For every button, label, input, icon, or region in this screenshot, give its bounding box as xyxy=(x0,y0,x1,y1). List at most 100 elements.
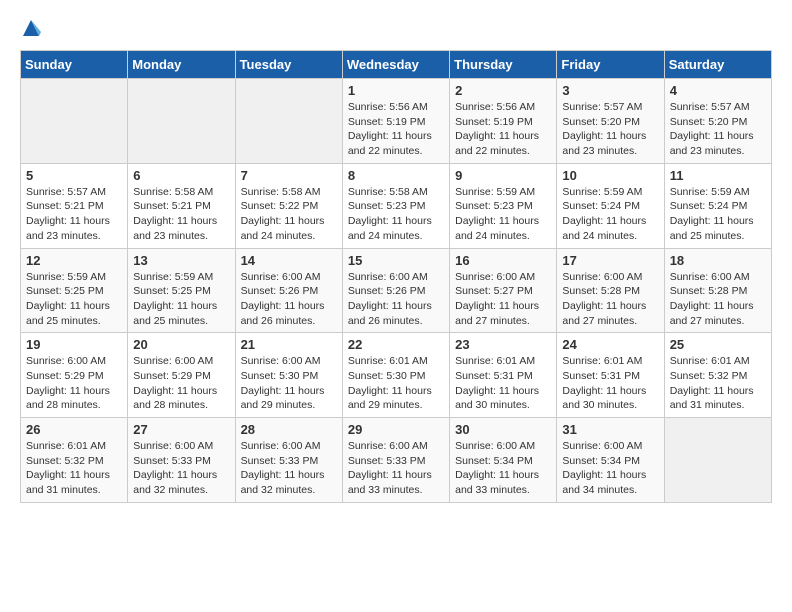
calendar-cell: 14 Sunrise: 6:00 AM Sunset: 5:26 PM Dayli… xyxy=(235,248,342,333)
day-number: 14 xyxy=(241,253,337,268)
day-info: Sunrise: 6:01 AM Sunset: 5:30 PM Dayligh… xyxy=(348,354,444,413)
calendar-cell xyxy=(21,79,128,164)
calendar-cell: 6 Sunrise: 5:58 AM Sunset: 5:21 PM Daylig… xyxy=(128,163,235,248)
day-number: 22 xyxy=(348,337,444,352)
calendar-cell: 26Sunrise: 6:01 AM Sunset: 5:32 PM Dayli… xyxy=(21,418,128,503)
day-info: Sunrise: 5:57 AM Sunset: 5:20 PM Dayligh… xyxy=(670,100,766,159)
calendar-cell: 11Sunrise: 5:59 AM Sunset: 5:24 PM Dayli… xyxy=(664,163,771,248)
day-info: Sunrise: 5:58 AM Sunset: 5:21 PM Dayligh… xyxy=(133,185,229,244)
day-number: 24 xyxy=(562,337,658,352)
calendar-cell: 12 Sunrise: 5:59 AM Sunset: 5:25 PM Dayli… xyxy=(21,248,128,333)
day-info: Sunrise: 6:00 AM Sunset: 5:29 PM Dayligh… xyxy=(26,354,122,413)
calendar-cell: 3 Sunrise: 5:57 AM Sunset: 5:20 PM Daylig… xyxy=(557,79,664,164)
day-info: Sunrise: 5:57 AM Sunset: 5:20 PM Dayligh… xyxy=(562,100,658,159)
calendar-cell: 18Sunrise: 6:00 AM Sunset: 5:28 PM Dayli… xyxy=(664,248,771,333)
day-number: 12 xyxy=(26,253,122,268)
calendar-cell xyxy=(128,79,235,164)
day-info: Sunrise: 6:00 AM Sunset: 5:33 PM Dayligh… xyxy=(133,439,229,498)
day-number: 31 xyxy=(562,422,658,437)
page-header xyxy=(20,20,772,40)
day-info: Sunrise: 5:58 AM Sunset: 5:23 PM Dayligh… xyxy=(348,185,444,244)
day-info: Sunrise: 5:59 AM Sunset: 5:25 PM Dayligh… xyxy=(133,270,229,329)
calendar-cell: 30 Sunrise: 6:00 AM Sunset: 5:34 PM Dayli… xyxy=(450,418,557,503)
weekday-header-thursday: Thursday xyxy=(450,51,557,79)
calendar-cell: 7 Sunrise: 5:58 AM Sunset: 5:22 PM Daylig… xyxy=(235,163,342,248)
day-number: 4 xyxy=(670,83,766,98)
day-number: 17 xyxy=(562,253,658,268)
day-number: 1 xyxy=(348,83,444,98)
weekday-header-sunday: Sunday xyxy=(21,51,128,79)
day-number: 26 xyxy=(26,422,122,437)
day-number: 19 xyxy=(26,337,122,352)
calendar-cell: 2Sunrise: 5:56 AM Sunset: 5:19 PM Daylig… xyxy=(450,79,557,164)
calendar-cell: 31 Sunrise: 6:00 AM Sunset: 5:34 PM Dayli… xyxy=(557,418,664,503)
calendar-cell: 22 Sunrise: 6:01 AM Sunset: 5:30 PM Dayli… xyxy=(342,333,449,418)
day-number: 3 xyxy=(562,83,658,98)
day-info: Sunrise: 6:00 AM Sunset: 5:26 PM Dayligh… xyxy=(348,270,444,329)
weekday-header-monday: Monday xyxy=(128,51,235,79)
day-info: Sunrise: 6:01 AM Sunset: 5:31 PM Dayligh… xyxy=(455,354,551,413)
day-info: Sunrise: 6:00 AM Sunset: 5:26 PM Dayligh… xyxy=(241,270,337,329)
logo xyxy=(20,20,41,40)
day-number: 16 xyxy=(455,253,551,268)
day-number: 6 xyxy=(133,168,229,183)
day-number: 25 xyxy=(670,337,766,352)
day-info: Sunrise: 5:59 AM Sunset: 5:25 PM Dayligh… xyxy=(26,270,122,329)
day-info: Sunrise: 6:00 AM Sunset: 5:34 PM Dayligh… xyxy=(562,439,658,498)
day-number: 28 xyxy=(241,422,337,437)
day-info: Sunrise: 6:01 AM Sunset: 5:31 PM Dayligh… xyxy=(562,354,658,413)
day-info: Sunrise: 5:56 AM Sunset: 5:19 PM Dayligh… xyxy=(348,100,444,159)
day-number: 11 xyxy=(670,168,766,183)
day-number: 27 xyxy=(133,422,229,437)
day-number: 15 xyxy=(348,253,444,268)
day-info: Sunrise: 6:00 AM Sunset: 5:27 PM Dayligh… xyxy=(455,270,551,329)
day-info: Sunrise: 6:00 AM Sunset: 5:28 PM Dayligh… xyxy=(562,270,658,329)
weekday-header-friday: Friday xyxy=(557,51,664,79)
day-number: 20 xyxy=(133,337,229,352)
day-info: Sunrise: 6:01 AM Sunset: 5:32 PM Dayligh… xyxy=(670,354,766,413)
day-number: 9 xyxy=(455,168,551,183)
calendar-cell: 25 Sunrise: 6:01 AM Sunset: 5:32 PM Dayli… xyxy=(664,333,771,418)
day-info: Sunrise: 6:00 AM Sunset: 5:29 PM Dayligh… xyxy=(133,354,229,413)
day-number: 2 xyxy=(455,83,551,98)
calendar-cell: 20 Sunrise: 6:00 AM Sunset: 5:29 PM Dayli… xyxy=(128,333,235,418)
day-info: Sunrise: 5:59 AM Sunset: 5:24 PM Dayligh… xyxy=(562,185,658,244)
day-info: Sunrise: 6:00 AM Sunset: 5:30 PM Dayligh… xyxy=(241,354,337,413)
calendar-cell: 16 Sunrise: 6:00 AM Sunset: 5:27 PM Dayli… xyxy=(450,248,557,333)
calendar-cell: 23 Sunrise: 6:01 AM Sunset: 5:31 PM Dayli… xyxy=(450,333,557,418)
calendar-cell xyxy=(235,79,342,164)
day-number: 30 xyxy=(455,422,551,437)
calendar-cell: 4 Sunrise: 5:57 AM Sunset: 5:20 PM Daylig… xyxy=(664,79,771,164)
calendar-cell xyxy=(664,418,771,503)
day-number: 7 xyxy=(241,168,337,183)
calendar-cell: 10 Sunrise: 5:59 AM Sunset: 5:24 PM Dayli… xyxy=(557,163,664,248)
calendar-cell: 15 Sunrise: 6:00 AM Sunset: 5:26 PM Dayli… xyxy=(342,248,449,333)
day-number: 13 xyxy=(133,253,229,268)
calendar-cell: 5 Sunrise: 5:57 AM Sunset: 5:21 PM Daylig… xyxy=(21,163,128,248)
calendar-cell: 8 Sunrise: 5:58 AM Sunset: 5:23 PM Daylig… xyxy=(342,163,449,248)
day-number: 21 xyxy=(241,337,337,352)
day-number: 5 xyxy=(26,168,122,183)
day-info: Sunrise: 5:58 AM Sunset: 5:22 PM Dayligh… xyxy=(241,185,337,244)
calendar-cell: 24 Sunrise: 6:01 AM Sunset: 5:31 PM Dayli… xyxy=(557,333,664,418)
weekday-header-saturday: Saturday xyxy=(664,51,771,79)
calendar-cell: 1 Sunrise: 5:56 AM Sunset: 5:19 PM Daylig… xyxy=(342,79,449,164)
day-info: Sunrise: 6:00 AM Sunset: 5:33 PM Dayligh… xyxy=(241,439,337,498)
day-info: Sunrise: 6:00 AM Sunset: 5:28 PM Dayligh… xyxy=(670,270,766,329)
calendar-cell: 29Sunrise: 6:00 AM Sunset: 5:33 PM Dayli… xyxy=(342,418,449,503)
day-number: 23 xyxy=(455,337,551,352)
calendar-cell: 17 Sunrise: 6:00 AM Sunset: 5:28 PM Dayli… xyxy=(557,248,664,333)
day-info: Sunrise: 6:00 AM Sunset: 5:33 PM Dayligh… xyxy=(348,439,444,498)
calendar-cell: 21 Sunrise: 6:00 AM Sunset: 5:30 PM Dayli… xyxy=(235,333,342,418)
calendar-cell: 28 Sunrise: 6:00 AM Sunset: 5:33 PM Dayli… xyxy=(235,418,342,503)
calendar-cell: 19 Sunrise: 6:00 AM Sunset: 5:29 PM Dayli… xyxy=(21,333,128,418)
day-number: 8 xyxy=(348,168,444,183)
logo-icon xyxy=(21,18,41,40)
day-info: Sunrise: 5:59 AM Sunset: 5:23 PM Dayligh… xyxy=(455,185,551,244)
day-info: Sunrise: 6:00 AM Sunset: 5:34 PM Dayligh… xyxy=(455,439,551,498)
calendar-cell: 9 Sunrise: 5:59 AM Sunset: 5:23 PM Daylig… xyxy=(450,163,557,248)
calendar-table: SundayMondayTuesdayWednesdayThursdayFrid… xyxy=(20,50,772,503)
day-info: Sunrise: 5:57 AM Sunset: 5:21 PM Dayligh… xyxy=(26,185,122,244)
day-number: 10 xyxy=(562,168,658,183)
weekday-header-wednesday: Wednesday xyxy=(342,51,449,79)
